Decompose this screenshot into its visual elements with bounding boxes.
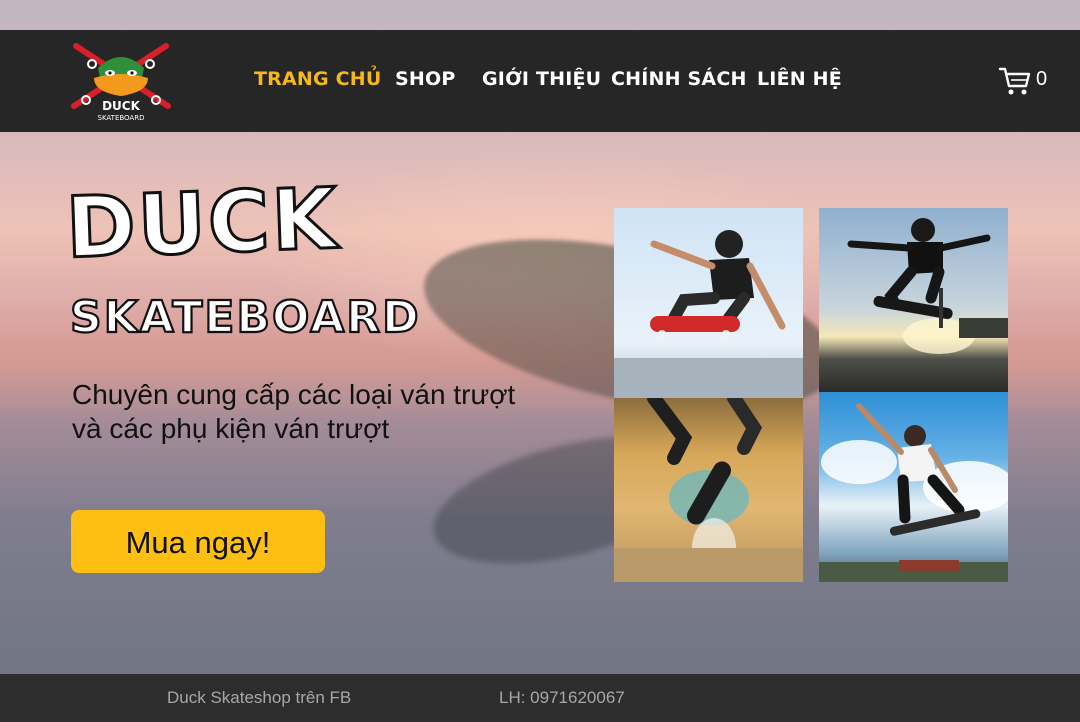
skater-photo-1 bbox=[614, 208, 803, 398]
hero-title: DUCK bbox=[63, 168, 342, 278]
skater-photo-2 bbox=[819, 208, 1008, 392]
contact-phone: LH: 0971620067 bbox=[499, 688, 625, 707]
nav-item-shop[interactable]: SHOP bbox=[395, 68, 455, 90]
skater-photo-4 bbox=[819, 392, 1008, 582]
nav-item-home[interactable]: TRANG CHỦ bbox=[254, 68, 381, 90]
cart-count-badge: 0 bbox=[1036, 68, 1048, 90]
buy-now-button[interactable]: Mua ngay! bbox=[71, 510, 325, 573]
skater-photo-3 bbox=[614, 398, 803, 582]
logo-graphic: DUCK SKATEBOARD bbox=[71, 43, 171, 122]
top-navbar: DUCK SKATEBOARD TRANG CHỦ SHOP GIỚI THIỆ… bbox=[0, 30, 1080, 132]
nav-item-contact[interactable]: LIÊN HỆ bbox=[757, 68, 842, 90]
facebook-link[interactable]: Duck Skateshop trên FB bbox=[167, 688, 351, 708]
shopping-cart-icon[interactable] bbox=[998, 66, 1032, 96]
tagline-line-1: Chuyên cung cấp các loại ván trượt bbox=[72, 379, 516, 410]
svg-text:DUCK: DUCK bbox=[102, 99, 141, 113]
nav-item-about[interactable]: GIỚI THIỆU bbox=[482, 68, 601, 90]
hero-tagline: Chuyên cung cấp các loại ván trượt và cá… bbox=[72, 378, 572, 446]
duck-skateboard-logo[interactable]: DUCK SKATEBOARD bbox=[56, 42, 186, 124]
hero-subtitle: SKATEBOARD bbox=[69, 292, 421, 343]
nav-item-policy[interactable]: CHÍNH SÁCH bbox=[611, 68, 747, 90]
tagline-line-2: và các phụ kiện ván trượt bbox=[72, 413, 390, 444]
svg-text:SKATEBOARD: SKATEBOARD bbox=[98, 114, 145, 122]
page-footer: Duck Skateshop trên FB LH: 0971620067 bbox=[0, 674, 1080, 722]
